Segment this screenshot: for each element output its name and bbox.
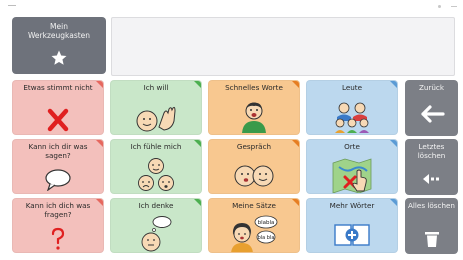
group-of-people-icon xyxy=(335,102,369,133)
backspace-icon xyxy=(422,174,439,184)
tile-etwas-stimmt-nicht[interactable]: Etwas stimmt nicht xyxy=(12,80,104,135)
tile-leute[interactable]: Leute xyxy=(306,80,398,135)
red-x-icon xyxy=(47,108,69,132)
tile-label: Mehr Wörter xyxy=(329,201,375,210)
person-talking-icon xyxy=(242,102,266,133)
message-bar[interactable] xyxy=(111,17,455,76)
person-blabla-icon: blabla bla bla xyxy=(231,215,278,252)
arrow-left-icon xyxy=(420,105,445,123)
toolbox-label: Mein Werkzeugkasten xyxy=(27,22,91,40)
tile-label: Etwas stimmt nicht xyxy=(23,83,93,92)
tile-label: Ich fühle mich xyxy=(130,142,182,151)
feeling-faces-icon xyxy=(138,158,174,191)
delete-all-label: Alles löschen xyxy=(408,201,455,210)
star-icon xyxy=(51,50,67,65)
trash-icon xyxy=(424,232,439,247)
tile-meine-saetze[interactable]: Meine Sätze blabla bla bla xyxy=(208,198,300,253)
tile-label: Kann ich dich was fragen? xyxy=(25,201,91,219)
tile-ich-fuehle-mich[interactable]: Ich fühle mich xyxy=(110,139,202,194)
tile-label: Meine Sätze xyxy=(232,201,276,210)
thinking-face-icon xyxy=(141,216,172,252)
tile-kann-ich-dich-was-fragen[interactable]: Kann ich dich was fragen? xyxy=(12,198,104,253)
delete-last-label: Letztes löschen xyxy=(417,142,446,160)
toolbox-button[interactable]: Mein Werkzeugkasten xyxy=(12,17,106,74)
book-plus-icon xyxy=(334,224,370,246)
tile-schnelles-worte[interactable]: Schnelles Worte xyxy=(208,80,300,135)
speech-bubble-icon xyxy=(45,169,71,191)
window-menu-icon[interactable] xyxy=(8,5,16,6)
delete-last-button[interactable]: Letztes löschen xyxy=(405,139,458,195)
tile-mehr-woerter[interactable]: Mehr Wörter xyxy=(306,198,398,253)
map-pointer-icon xyxy=(332,158,372,193)
delete-all-button[interactable]: Alles löschen xyxy=(405,198,458,254)
grabbing-hand-icon xyxy=(136,106,176,132)
tile-label: Schnelles Worte xyxy=(225,83,283,92)
back-button-label: Zurück xyxy=(418,83,445,92)
bubble-text-blabla: blabla xyxy=(258,220,275,226)
tile-label: Ich will xyxy=(143,83,169,92)
tile-label: Gespräch xyxy=(236,142,272,151)
tile-label: Kann ich dir was sagen? xyxy=(28,142,88,160)
tile-ich-will[interactable]: Ich will xyxy=(110,80,202,135)
window-dot-icon xyxy=(438,5,441,8)
tile-label: Orte xyxy=(344,142,360,151)
tile-label: Ich denke xyxy=(138,201,174,210)
back-button[interactable]: Zurück xyxy=(405,80,458,136)
tile-orte[interactable]: Orte xyxy=(306,139,398,194)
title-bar xyxy=(0,0,463,12)
two-faces-icon xyxy=(234,165,274,187)
tile-kann-ich-dir-was-sagen[interactable]: Kann ich dir was sagen? xyxy=(12,139,104,194)
minimize-icon[interactable] xyxy=(451,6,457,7)
tile-gespraech[interactable]: Gespräch xyxy=(208,139,300,194)
tile-ich-denke[interactable]: Ich denke xyxy=(110,198,202,253)
question-mark-icon xyxy=(51,227,65,250)
bubble-text-bla-bla: bla bla xyxy=(258,235,275,241)
tile-label: Leute xyxy=(341,83,363,92)
